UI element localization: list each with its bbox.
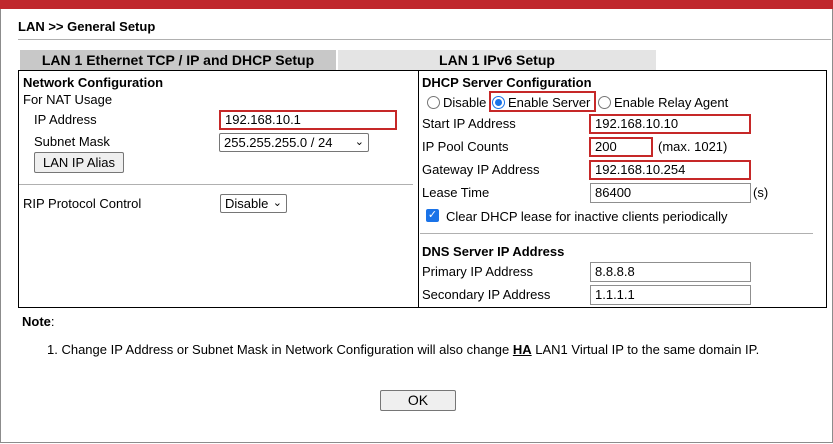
primary-dns-label: Primary IP Address: [422, 264, 534, 279]
network-config-heading: Network Configuration: [23, 75, 164, 90]
subnet-mask-select[interactable]: 255.255.255.0 / 24 ⌄: [219, 133, 369, 152]
nat-usage-label: For NAT Usage: [23, 92, 113, 107]
clear-lease-label: Clear DHCP lease for inactive clients pe…: [446, 209, 728, 224]
dhcp-config-heading: DHCP Server Configuration: [422, 75, 592, 90]
panel-column-divider: [418, 70, 419, 308]
lease-time-unit: (s): [753, 185, 769, 200]
primary-dns-input[interactable]: 8.8.8.8: [590, 262, 751, 282]
checkmark-icon: ✓: [427, 209, 438, 221]
rip-protocol-value: Disable: [225, 196, 269, 211]
dhcp-relay-agent-radio[interactable]: [598, 96, 611, 109]
rip-protocol-select[interactable]: Disable ⌄: [220, 194, 287, 213]
dhcp-enable-server-radio[interactable]: [492, 96, 505, 109]
left-section-divider: [19, 184, 413, 185]
dhcp-disable-radio[interactable]: [427, 96, 440, 109]
subnet-mask-value: 255.255.255.0 / 24: [224, 135, 333, 150]
start-ip-input[interactable]: 192.168.10.10: [589, 114, 751, 134]
ip-pool-max-hint: (max. 1021): [658, 139, 728, 154]
note-title: Note: [22, 314, 51, 329]
secondary-dns-input[interactable]: 1.1.1.1: [590, 285, 751, 305]
tab-lan1-ipv6[interactable]: LAN 1 IPv6 Setup: [338, 50, 656, 70]
dhcp-enable-server-label: Enable Server: [508, 95, 591, 110]
ok-button[interactable]: OK: [380, 390, 456, 411]
note-item: 1. Change IP Address or Subnet Mask in N…: [47, 342, 759, 357]
ip-pool-counts-input[interactable]: 200: [589, 137, 653, 157]
note-item-suffix: LAN1 Virtual IP to the same domain IP.: [531, 342, 760, 357]
lan-ip-alias-button[interactable]: LAN IP Alias: [34, 152, 124, 173]
lease-time-label: Lease Time: [422, 185, 490, 200]
gateway-ip-input[interactable]: 192.168.10.254: [589, 160, 751, 180]
subnet-mask-label: Subnet Mask: [34, 134, 110, 149]
note-item-prefix: 1. Change IP Address or Subnet Mask in N…: [47, 342, 513, 357]
tab-lan1-ethernet[interactable]: LAN 1 Ethernet TCP / IP and DHCP Setup: [20, 50, 336, 70]
rip-protocol-label: RIP Protocol Control: [23, 196, 142, 211]
ip-address-label: IP Address: [34, 112, 97, 127]
note-colon: :: [50, 314, 55, 329]
lease-time-input[interactable]: 86400: [590, 183, 751, 203]
title-divider: [18, 39, 831, 40]
secondary-dns-label: Secondary IP Address: [422, 287, 551, 302]
ip-address-input[interactable]: 192.168.10.1: [219, 110, 397, 130]
dns-heading: DNS Server IP Address: [422, 244, 565, 259]
chevron-down-icon: ⌄: [272, 197, 282, 209]
clear-lease-checkbox[interactable]: ✓: [426, 209, 439, 222]
dhcp-disable-label: Disable: [443, 95, 487, 110]
chevron-down-icon: ⌄: [354, 136, 364, 148]
right-section-divider: [420, 233, 813, 234]
dhcp-relay-agent-label: Enable Relay Agent: [614, 95, 729, 110]
start-ip-label: Start IP Address: [422, 116, 516, 131]
ha-link[interactable]: HA: [513, 342, 532, 357]
ip-pool-counts-label: IP Pool Counts: [422, 139, 509, 154]
top-accent-bar: [0, 0, 833, 9]
note-heading: Note:: [22, 314, 55, 329]
gateway-ip-label: Gateway IP Address: [422, 162, 540, 177]
page-title: LAN >> General Setup: [18, 19, 156, 34]
